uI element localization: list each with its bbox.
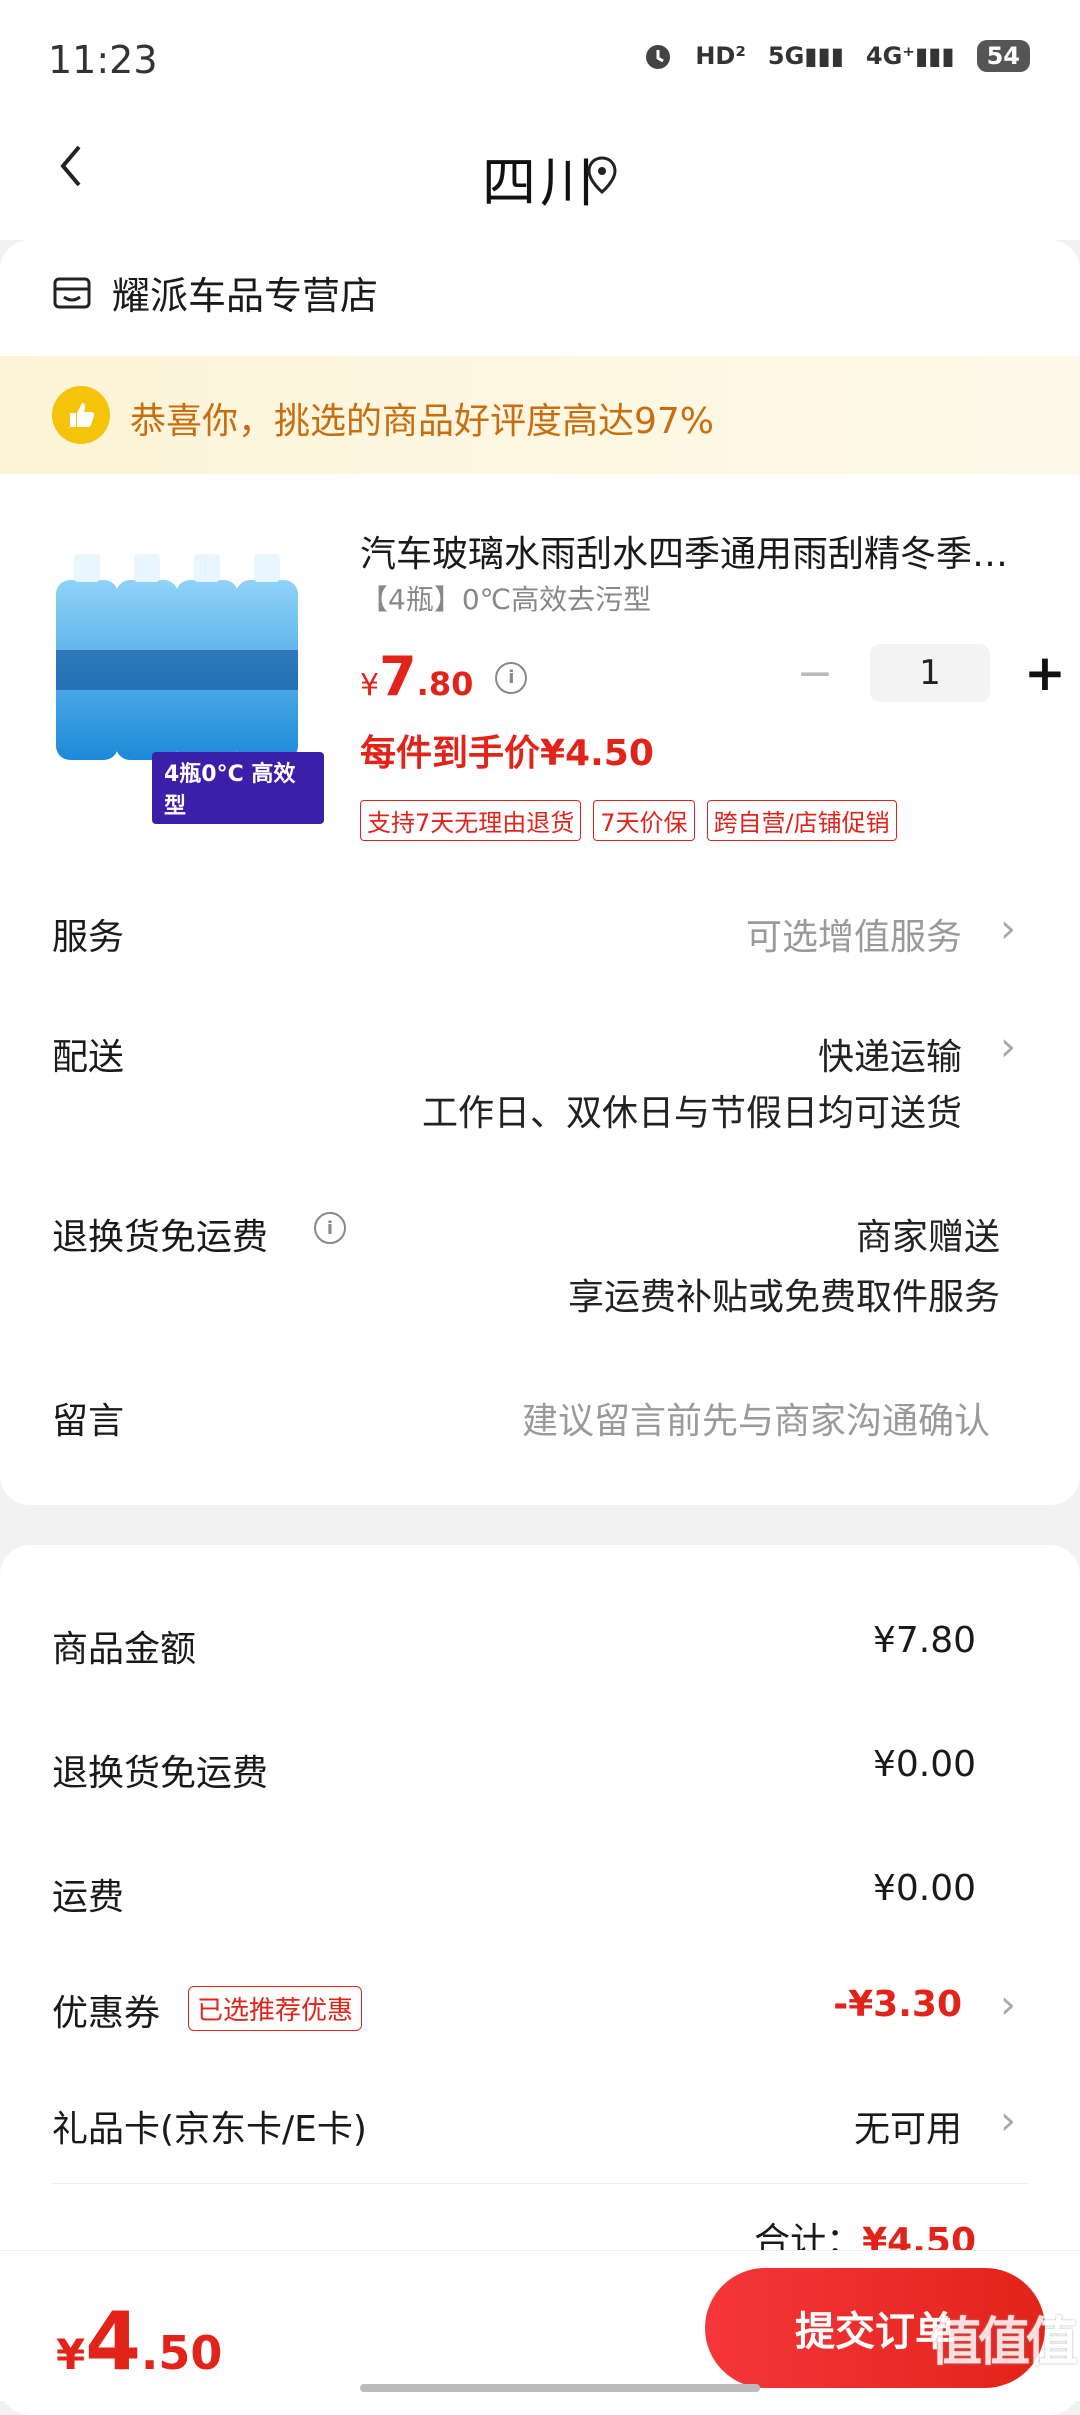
coupon-label: 优惠券 <box>52 1993 161 2034</box>
note-input[interactable]: 建议留言前先与商家沟通确认 <box>522 1392 990 1444</box>
product-tags: 支持7天无理由退货 7天价保 跨自营/店铺促销 <box>360 800 897 841</box>
coupon-tag: 已选推荐优惠 <box>188 1986 363 2031</box>
quantity-stepper: − 1 + <box>790 644 1070 702</box>
giftcard-value[interactable]: 无可用 <box>854 2100 962 2152</box>
note-label: 留言 <box>52 1401 125 1442</box>
home-indicator[interactable] <box>360 2384 760 2392</box>
quantity-input[interactable]: 1 <box>870 644 990 702</box>
delivery-chevron-icon[interactable]: › <box>1000 1024 1016 1070</box>
goods-amount-value: ¥7.80 <box>872 1620 976 1661</box>
shipping-value: ¥0.00 <box>872 1868 976 1909</box>
store-name: 耀派车品专营店 <box>112 274 379 318</box>
delivery-value[interactable]: 快递运输 <box>818 1028 962 1080</box>
divider <box>52 2183 1028 2184</box>
giftcard-chevron-icon[interactable]: › <box>1000 2098 1016 2144</box>
store-row[interactable]: 耀派车品专营店 <box>52 265 378 320</box>
product-title[interactable]: 汽车玻璃水雨刮水四季通用雨刮精冬季防冻 <box>360 525 1030 577</box>
product-price: ¥7.80 i <box>360 645 528 708</box>
return-value: 商家赠送 <box>855 1217 1000 1258</box>
minus-button[interactable]: − <box>790 648 840 699</box>
page-title[interactable]: 四川 <box>0 138 1080 217</box>
5g-signal-icon: 5G▮▮▮ <box>767 42 844 70</box>
return-fee-label: 退换货免运费 <box>52 1753 269 1794</box>
service-label: 服务 <box>52 917 125 958</box>
tag-return: 支持7天无理由退货 <box>360 800 582 841</box>
return-sub: 享运费补贴或免费取件服务 <box>567 1277 1000 1318</box>
service-chevron-icon[interactable]: › <box>1000 906 1016 952</box>
bottom-price: ¥4.50 <box>56 2295 223 2388</box>
giftcard-label: 礼品卡(京东卡/E卡) <box>52 2109 367 2150</box>
location-pin-icon[interactable] <box>586 155 618 199</box>
service-value[interactable]: 可选增值服务 <box>746 908 962 960</box>
battery-icon: 54 <box>976 40 1030 72</box>
goods-amount-label: 商品金额 <box>52 1629 197 1670</box>
delivery-label: 配送 <box>52 1037 125 1078</box>
plus-button[interactable]: + <box>1020 644 1070 702</box>
banner-text: 恭喜你，挑选的商品好评度高达97% <box>130 401 715 442</box>
coupon-value[interactable]: -¥3.30 <box>833 1984 962 2025</box>
product-image[interactable]: 4瓶0°C 高效型 <box>52 540 324 824</box>
return-info-icon[interactable]: i <box>314 1212 346 1244</box>
shipping-label: 运费 <box>52 1877 125 1918</box>
status-icons: HD² 5G▮▮▮ 4G⁺▮▮▮ 54 <box>643 40 1030 72</box>
tag-promo: 跨自营/店铺促销 <box>706 800 897 841</box>
thumbs-up-icon <box>52 386 110 444</box>
product-image-label: 4瓶0°C 高效型 <box>152 752 324 824</box>
return-label: 退换货免运费 <box>52 1217 269 1258</box>
product-spec: 【4瓶】0℃高效去污型 <box>360 583 652 616</box>
price-info-icon[interactable]: i <box>495 661 528 694</box>
deal-price: 每件到手价¥4.50 <box>360 733 654 774</box>
4g-signal-icon: 4G⁺▮▮▮ <box>865 42 955 70</box>
store-icon <box>53 277 91 308</box>
watermark: 值值值 <box>930 2313 1078 2373</box>
coupon-chevron-icon[interactable]: › <box>1000 1982 1016 2028</box>
alarm-icon <box>646 45 671 69</box>
hd-icon: HD² <box>695 42 746 70</box>
tag-price-protect: 7天价保 <box>593 800 695 841</box>
return-fee-value: ¥0.00 <box>872 1744 976 1785</box>
status-time: 11:23 <box>48 38 158 82</box>
delivery-sub: 工作日、双休日与节假日均可送货 <box>421 1093 962 1134</box>
